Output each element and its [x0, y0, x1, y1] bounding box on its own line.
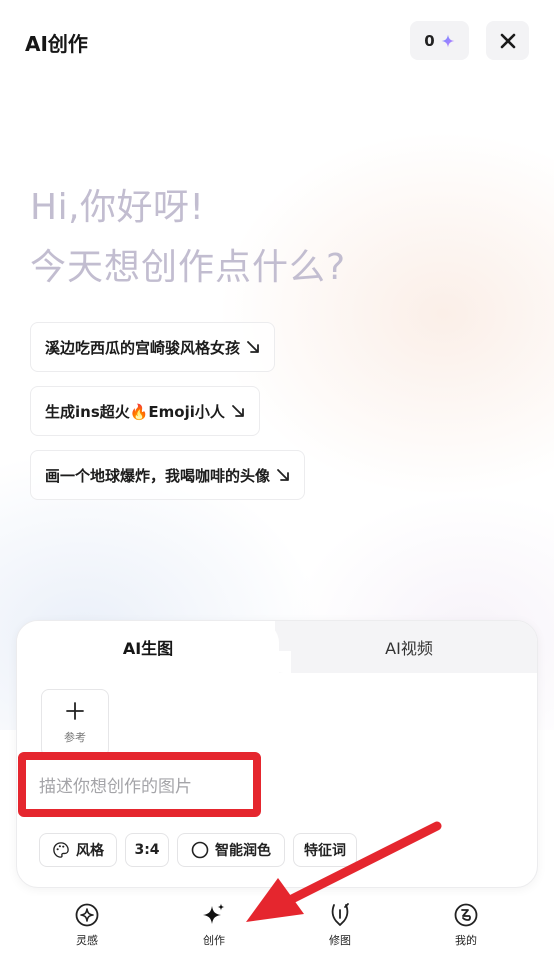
prompt-input[interactable] — [39, 767, 239, 807]
bottom-nav: 灵感 创作 修图 我的 — [0, 896, 554, 958]
inspiration-icon — [74, 902, 100, 928]
nav-item-profile[interactable]: 我的 — [426, 902, 506, 952]
close-button[interactable] — [486, 21, 529, 60]
header: AI创作 0 — [0, 0, 554, 80]
suggestion-label: 溪边吃西瓜的宫崎骏风格女孩 — [45, 338, 241, 357]
arrow-down-right-icon — [276, 468, 290, 482]
creation-card: AI视频 AI生图 参考 风格 3:4 智能润色 特征词 — [16, 620, 538, 888]
arrow-down-right-icon — [246, 340, 260, 354]
radio-circle-icon — [191, 841, 209, 859]
credits-button[interactable]: 0 — [410, 21, 469, 60]
nav-label: 创作 — [203, 934, 225, 947]
suggestion-label: 画一个地球爆炸，我喝咖啡的头像 — [45, 466, 271, 485]
style-label: 风格 — [76, 843, 104, 859]
plus-icon — [66, 701, 84, 723]
greeting-line-1: Hi,你好呀! — [30, 187, 205, 228]
arrow-down-right-icon — [231, 404, 245, 418]
suggestion-chip[interactable]: 溪边吃西瓜的宫崎骏风格女孩 — [30, 322, 276, 372]
tab-ai-image[interactable]: AI生图 — [17, 621, 279, 673]
nav-item-inspiration[interactable]: 灵感 — [47, 902, 127, 952]
suggestion-label: 生成ins超火🔥Emoji小人 — [45, 402, 225, 421]
palette-icon — [52, 841, 70, 859]
sparkle-icon — [441, 34, 455, 48]
suggestion-chip[interactable]: 生成ins超火🔥Emoji小人 — [30, 386, 260, 436]
nav-item-retouch[interactable]: 修图 — [300, 902, 380, 952]
edit-image-icon — [327, 902, 353, 928]
profile-icon — [453, 902, 479, 928]
suggestion-chip[interactable]: 画一个地球爆炸，我喝咖啡的头像 — [30, 450, 306, 500]
app-title: AI创作 — [25, 32, 88, 56]
ratio-button[interactable]: 3:4 — [125, 833, 169, 867]
smart-polish-label: 智能润色 — [215, 843, 271, 859]
tab-ai-video[interactable]: AI视频 — [279, 621, 537, 673]
keywords-button[interactable]: 特征词 — [293, 833, 357, 867]
style-button[interactable]: 风格 — [39, 833, 117, 867]
keywords-label: 特征词 — [304, 843, 346, 859]
smart-polish-toggle[interactable]: 智能润色 — [177, 833, 285, 867]
close-icon — [500, 33, 516, 49]
add-reference-button[interactable]: 参考 — [41, 689, 109, 757]
nav-label: 灵感 — [76, 934, 98, 947]
ratio-label: 3:4 — [134, 842, 160, 858]
nav-label: 修图 — [329, 934, 351, 947]
credit-count: 0 — [424, 31, 435, 50]
greeting-line-2: 今天想创作点什么? — [30, 247, 347, 288]
sparkle-icon — [201, 902, 227, 928]
reference-label: 参考 — [64, 731, 86, 744]
nav-label: 我的 — [455, 934, 477, 947]
nav-item-create[interactable]: 创作 — [174, 902, 254, 952]
